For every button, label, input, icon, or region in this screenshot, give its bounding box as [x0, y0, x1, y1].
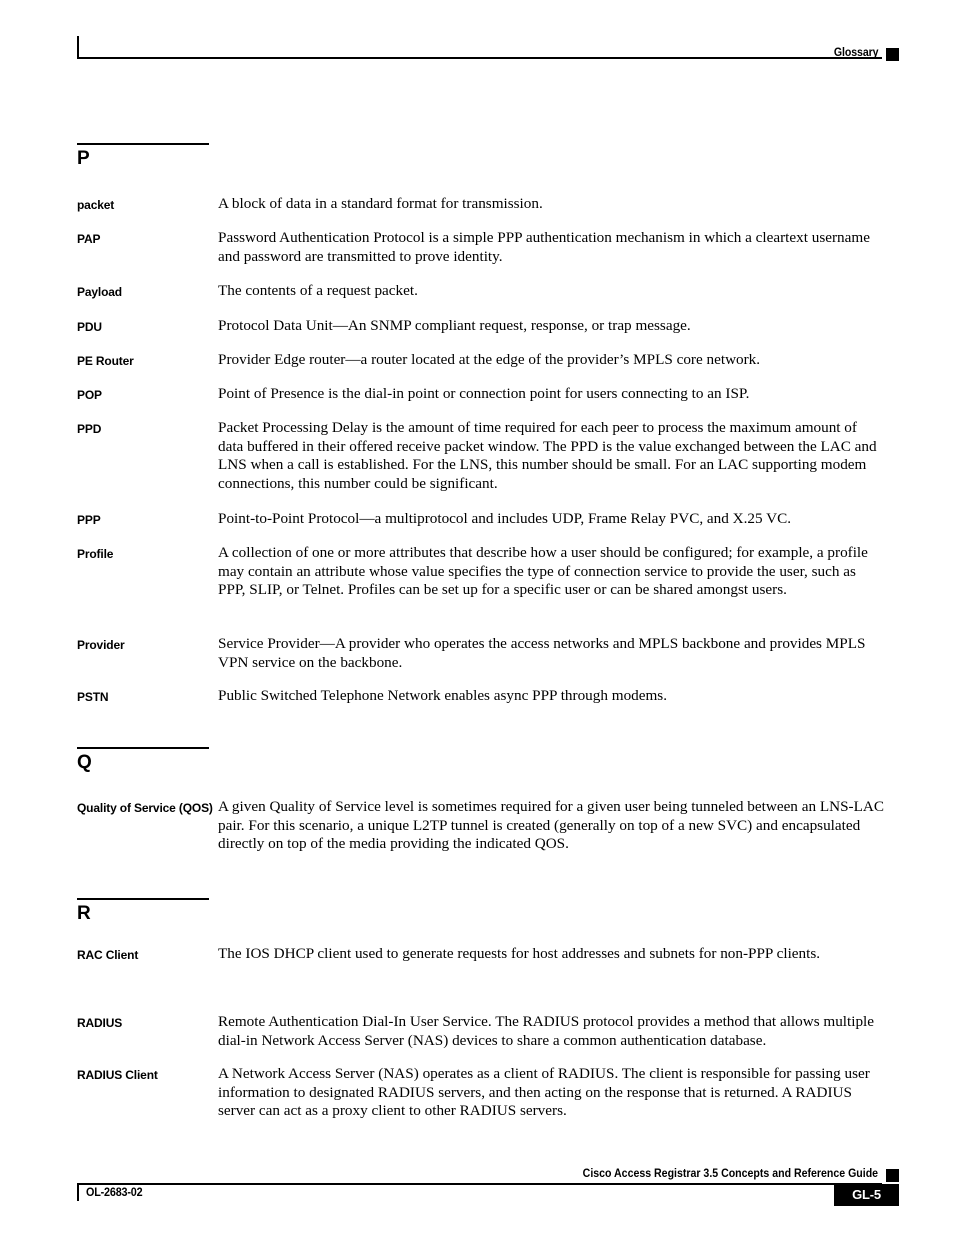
section-letter-heading: P — [77, 148, 90, 169]
glossary-term: RADIUS Client — [77, 1068, 158, 1082]
footer-document-id: OL-2683-02 — [86, 1187, 143, 1199]
glossary-term: PSTN — [77, 690, 109, 704]
glossary-term: PE Router — [77, 354, 134, 368]
glossary-term: packet — [77, 198, 115, 212]
glossary-definition: Packet Processing Delay is the amount of… — [218, 419, 877, 492]
glossary-term: RADIUS — [77, 1016, 123, 1030]
glossary-definition: A Network Access Server (NAS) operates a… — [218, 1065, 870, 1120]
glossary-term: PDU — [77, 320, 102, 334]
glossary-definition: Protocol Data Unit—An SNMP compliant req… — [218, 317, 691, 334]
glossary-term: PPD — [77, 422, 102, 436]
glossary-definition: Point of Presence is the dial-in point o… — [218, 385, 750, 402]
section-rule — [77, 143, 209, 145]
glossary-term: PAP — [77, 232, 101, 246]
glossary-definition: Provider Edge router—a router located at… — [218, 351, 761, 368]
page-header: Glossary — [0, 0, 954, 70]
footer-page-number: GL-5 — [852, 1187, 881, 1202]
glossary-term: Quality of Service (QOS) — [77, 801, 213, 815]
glossary-term: POP — [77, 388, 102, 402]
header-marker-square — [886, 48, 899, 61]
header-title: Glossary — [833, 47, 878, 59]
glossary-term: Provider — [77, 638, 125, 652]
glossary-definition: Password Authentication Protocol is a si… — [218, 229, 870, 265]
glossary-definition: Point-to-Point Protocol—a multiprotocol … — [218, 510, 792, 527]
header-corner-tick — [77, 36, 79, 59]
section-rule — [77, 747, 209, 749]
glossary-term: PPP — [77, 513, 101, 527]
footer-rule — [77, 1183, 882, 1185]
footer-book-title: Cisco Access Registrar 3.5 Concepts and … — [582, 1168, 878, 1180]
glossary-term: Profile — [77, 547, 114, 561]
footer-marker-square — [886, 1169, 899, 1182]
glossary-definition: A given Quality of Service level is some… — [218, 798, 884, 853]
glossary-definition: The IOS DHCP client used to generate req… — [218, 945, 821, 962]
page-footer: Cisco Access Registrar 3.5 Concepts and … — [0, 1160, 954, 1235]
glossary-definition: Service Provider—A provider who operates… — [218, 635, 866, 671]
section-letter-heading: Q — [77, 752, 92, 773]
section-letter-heading: R — [77, 903, 91, 924]
glossary-term: RAC Client — [77, 948, 139, 962]
glossary-definition: Remote Authentication Dial-In User Servi… — [218, 1013, 875, 1049]
glossary-definition: Public Switched Telephone Network enable… — [218, 687, 668, 704]
footer-corner-tick — [77, 1184, 79, 1201]
header-rule — [77, 57, 882, 59]
glossary-definition: A block of data in a standard format for… — [218, 195, 543, 212]
glossary-definition: The contents of a request packet. — [218, 282, 418, 299]
glossary-definition: A collection of one or more attributes t… — [218, 544, 868, 599]
glossary-page: Glossary Ppacket A block of data in a sta… — [0, 0, 954, 1235]
section-rule — [77, 898, 209, 900]
glossary-term: Payload — [77, 285, 122, 299]
